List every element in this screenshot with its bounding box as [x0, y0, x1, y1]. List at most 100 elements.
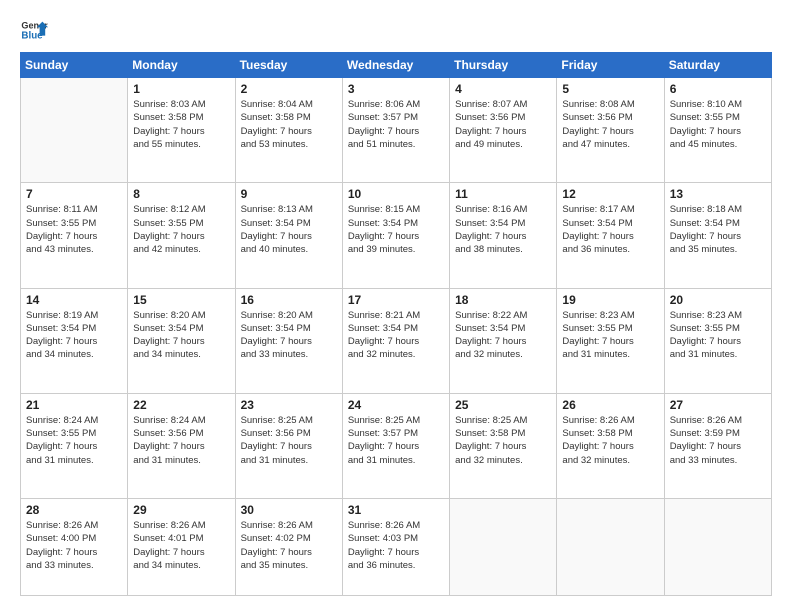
day-number: 6 — [670, 82, 766, 96]
header: General Blue — [20, 16, 772, 44]
day-number: 29 — [133, 503, 229, 517]
weekday-header-saturday: Saturday — [664, 53, 771, 78]
day-info: Sunrise: 8:15 AMSunset: 3:54 PMDaylight:… — [348, 203, 444, 256]
day-info: Sunrise: 8:24 AMSunset: 3:55 PMDaylight:… — [26, 414, 122, 467]
day-number: 25 — [455, 398, 551, 412]
day-info: Sunrise: 8:26 AMSunset: 4:03 PMDaylight:… — [348, 519, 444, 572]
calendar-cell: 21 Sunrise: 8:24 AMSunset: 3:55 PMDayligh… — [21, 393, 128, 498]
day-number: 21 — [26, 398, 122, 412]
day-info: Sunrise: 8:26 AMSunset: 4:01 PMDaylight:… — [133, 519, 229, 572]
calendar-cell: 14Sunrise: 8:19 AMSunset: 3:54 PMDayligh… — [21, 288, 128, 393]
calendar-cell — [450, 499, 557, 596]
day-number: 26 — [562, 398, 658, 412]
week-row-1: 1 Sunrise: 8:03 AMSunset: 3:58 PMDaylight… — [21, 78, 772, 183]
day-number: 10 — [348, 187, 444, 201]
calendar-cell: 10 Sunrise: 8:15 AMSunset: 3:54 PMDayligh… — [342, 183, 449, 288]
day-number: 22 — [133, 398, 229, 412]
day-number: 3 — [348, 82, 444, 96]
calendar-cell: 25 Sunrise: 8:25 AMSunset: 3:58 PMDayligh… — [450, 393, 557, 498]
day-info: Sunrise: 8:25 AMSunset: 3:58 PMDaylight:… — [455, 414, 551, 467]
calendar-cell: 18 Sunrise: 8:22 AMSunset: 3:54 PMDayligh… — [450, 288, 557, 393]
page: General Blue SundayMondayTuesdayWednesda… — [0, 0, 792, 612]
day-info: Sunrise: 8:22 AMSunset: 3:54 PMDaylight:… — [455, 309, 551, 362]
day-info: Sunrise: 8:13 AMSunset: 3:54 PMDaylight:… — [241, 203, 337, 256]
day-number: 5 — [562, 82, 658, 96]
day-number: 27 — [670, 398, 766, 412]
weekday-header-thursday: Thursday — [450, 53, 557, 78]
calendar-cell — [21, 78, 128, 183]
day-number: 17 — [348, 293, 444, 307]
day-info: Sunrise: 8:19 AMSunset: 3:54 PMDaylight:… — [26, 309, 122, 362]
calendar-cell: 13Sunrise: 8:18 AMSunset: 3:54 PMDayligh… — [664, 183, 771, 288]
day-info: Sunrise: 8:21 AMSunset: 3:54 PMDaylight:… — [348, 309, 444, 362]
calendar-cell: 22 Sunrise: 8:24 AMSunset: 3:56 PMDayligh… — [128, 393, 235, 498]
day-info: Sunrise: 8:20 AMSunset: 3:54 PMDaylight:… — [241, 309, 337, 362]
calendar-table: SundayMondayTuesdayWednesdayThursdayFrid… — [20, 52, 772, 596]
day-number: 8 — [133, 187, 229, 201]
day-info: Sunrise: 8:24 AMSunset: 3:56 PMDaylight:… — [133, 414, 229, 467]
calendar-cell: 5 Sunrise: 8:08 AMSunset: 3:56 PMDaylight… — [557, 78, 664, 183]
calendar-cell: 8 Sunrise: 8:12 AMSunset: 3:55 PMDaylight… — [128, 183, 235, 288]
day-info: Sunrise: 8:26 AMSunset: 3:58 PMDaylight:… — [562, 414, 658, 467]
day-info: Sunrise: 8:03 AMSunset: 3:58 PMDaylight:… — [133, 98, 229, 151]
weekday-header-sunday: Sunday — [21, 53, 128, 78]
day-info: Sunrise: 8:17 AMSunset: 3:54 PMDaylight:… — [562, 203, 658, 256]
day-number: 24 — [348, 398, 444, 412]
day-number: 13 — [670, 187, 766, 201]
day-info: Sunrise: 8:07 AMSunset: 3:56 PMDaylight:… — [455, 98, 551, 151]
calendar-cell — [557, 499, 664, 596]
calendar-cell: 30Sunrise: 8:26 AMSunset: 4:02 PMDayligh… — [235, 499, 342, 596]
day-number: 2 — [241, 82, 337, 96]
day-number: 23 — [241, 398, 337, 412]
week-row-4: 21 Sunrise: 8:24 AMSunset: 3:55 PMDayligh… — [21, 393, 772, 498]
day-number: 1 — [133, 82, 229, 96]
day-number: 12 — [562, 187, 658, 201]
calendar-cell: 15 Sunrise: 8:20 AMSunset: 3:54 PMDayligh… — [128, 288, 235, 393]
week-row-2: 7Sunrise: 8:11 AMSunset: 3:55 PMDaylight… — [21, 183, 772, 288]
calendar-cell: 27 Sunrise: 8:26 AMSunset: 3:59 PMDayligh… — [664, 393, 771, 498]
day-info: Sunrise: 8:20 AMSunset: 3:54 PMDaylight:… — [133, 309, 229, 362]
calendar-cell: 12 Sunrise: 8:17 AMSunset: 3:54 PMDayligh… — [557, 183, 664, 288]
calendar-cell: 17 Sunrise: 8:21 AMSunset: 3:54 PMDayligh… — [342, 288, 449, 393]
day-info: Sunrise: 8:08 AMSunset: 3:56 PMDaylight:… — [562, 98, 658, 151]
weekday-header-wednesday: Wednesday — [342, 53, 449, 78]
weekday-header-row: SundayMondayTuesdayWednesdayThursdayFrid… — [21, 53, 772, 78]
calendar-cell: 23 Sunrise: 8:25 AMSunset: 3:56 PMDayligh… — [235, 393, 342, 498]
calendar-cell: 2Sunrise: 8:04 AMSunset: 3:58 PMDaylight… — [235, 78, 342, 183]
calendar-cell: 24 Sunrise: 8:25 AMSunset: 3:57 PMDayligh… — [342, 393, 449, 498]
day-number: 15 — [133, 293, 229, 307]
calendar-cell: 3 Sunrise: 8:06 AMSunset: 3:57 PMDaylight… — [342, 78, 449, 183]
day-info: Sunrise: 8:25 AMSunset: 3:57 PMDaylight:… — [348, 414, 444, 467]
calendar-cell: 28Sunrise: 8:26 AMSunset: 4:00 PMDayligh… — [21, 499, 128, 596]
weekday-header-monday: Monday — [128, 53, 235, 78]
week-row-3: 14Sunrise: 8:19 AMSunset: 3:54 PMDayligh… — [21, 288, 772, 393]
day-number: 9 — [241, 187, 337, 201]
calendar-cell: 4 Sunrise: 8:07 AMSunset: 3:56 PMDaylight… — [450, 78, 557, 183]
day-number: 4 — [455, 82, 551, 96]
day-number: 20 — [670, 293, 766, 307]
day-info: Sunrise: 8:23 AMSunset: 3:55 PMDaylight:… — [562, 309, 658, 362]
calendar-cell: 11Sunrise: 8:16 AMSunset: 3:54 PMDayligh… — [450, 183, 557, 288]
calendar-cell: 19Sunrise: 8:23 AMSunset: 3:55 PMDayligh… — [557, 288, 664, 393]
day-number: 31 — [348, 503, 444, 517]
day-info: Sunrise: 8:06 AMSunset: 3:57 PMDaylight:… — [348, 98, 444, 151]
calendar-cell: 6 Sunrise: 8:10 AMSunset: 3:55 PMDaylight… — [664, 78, 771, 183]
calendar-cell: 16 Sunrise: 8:20 AMSunset: 3:54 PMDayligh… — [235, 288, 342, 393]
day-number: 16 — [241, 293, 337, 307]
day-info: Sunrise: 8:26 AMSunset: 3:59 PMDaylight:… — [670, 414, 766, 467]
calendar-cell: 20 Sunrise: 8:23 AMSunset: 3:55 PMDayligh… — [664, 288, 771, 393]
day-number: 28 — [26, 503, 122, 517]
day-info: Sunrise: 8:26 AMSunset: 4:02 PMDaylight:… — [241, 519, 337, 572]
day-number: 7 — [26, 187, 122, 201]
logo-icon: General Blue — [20, 16, 48, 44]
day-info: Sunrise: 8:12 AMSunset: 3:55 PMDaylight:… — [133, 203, 229, 256]
day-info: Sunrise: 8:10 AMSunset: 3:55 PMDaylight:… — [670, 98, 766, 151]
day-info: Sunrise: 8:23 AMSunset: 3:55 PMDaylight:… — [670, 309, 766, 362]
day-info: Sunrise: 8:25 AMSunset: 3:56 PMDaylight:… — [241, 414, 337, 467]
calendar-cell: 9 Sunrise: 8:13 AMSunset: 3:54 PMDaylight… — [235, 183, 342, 288]
weekday-header-tuesday: Tuesday — [235, 53, 342, 78]
calendar-cell: 29 Sunrise: 8:26 AMSunset: 4:01 PMDayligh… — [128, 499, 235, 596]
logo: General Blue — [20, 16, 52, 44]
day-number: 18 — [455, 293, 551, 307]
calendar-cell — [664, 499, 771, 596]
